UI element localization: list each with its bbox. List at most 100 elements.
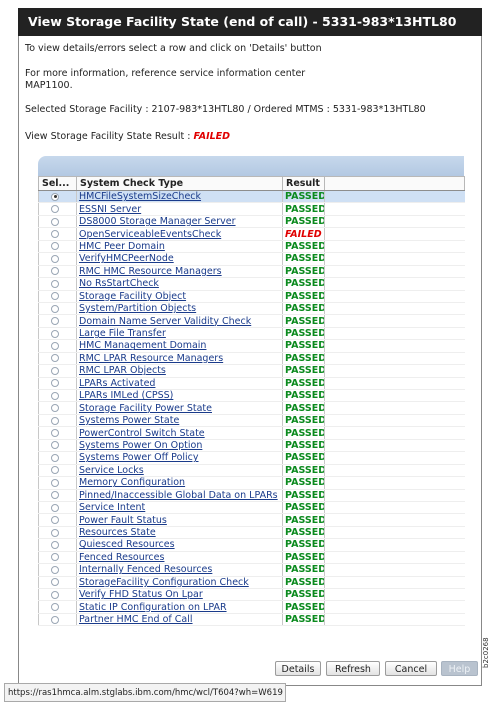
row-radio-button[interactable] xyxy=(51,466,59,475)
check-type-link[interactable]: Storage Facility Power State xyxy=(79,403,212,414)
refresh-button[interactable]: Refresh xyxy=(326,661,380,676)
row-radio-button[interactable] xyxy=(51,615,59,624)
table-row[interactable]: No RsStartCheck PASSED xyxy=(38,277,465,291)
row-radio-button[interactable] xyxy=(51,317,59,326)
check-type-link[interactable]: RMC HMC Resource Managers xyxy=(79,266,222,277)
row-radio-button[interactable] xyxy=(51,590,59,599)
row-radio-button[interactable] xyxy=(51,379,59,388)
check-type-link[interactable]: RMC LPAR Objects xyxy=(79,365,166,376)
row-radio-button[interactable] xyxy=(51,491,59,500)
table-row[interactable]: Partner HMC End of Call PASSED xyxy=(38,613,465,627)
row-radio-button[interactable] xyxy=(51,292,59,301)
row-radio-button[interactable] xyxy=(51,267,59,276)
help-button[interactable]: Help xyxy=(441,661,478,676)
check-type-link[interactable]: Resources State xyxy=(79,527,156,538)
check-type-link[interactable]: Service Locks xyxy=(79,465,144,476)
check-type-link[interactable]: System/Partition Objects xyxy=(79,303,196,314)
row-radio-button[interactable] xyxy=(51,453,59,462)
row-radio-button[interactable] xyxy=(51,354,59,363)
row-radio-button[interactable] xyxy=(51,565,59,574)
table-row[interactable]: Power Fault Status PASSED xyxy=(38,513,465,527)
check-type-link[interactable]: Quiesced Resources xyxy=(79,539,175,550)
check-type-link[interactable]: No RsStartCheck xyxy=(79,278,159,289)
table-row[interactable]: Storage Facility Object PASSED xyxy=(38,290,465,303)
row-radio-button[interactable] xyxy=(51,230,59,239)
check-type-link[interactable]: PowerControl Switch State xyxy=(79,428,205,439)
table-row[interactable]: Verify FHD Status On Lpar PASSED xyxy=(38,588,465,602)
table-row[interactable]: LPARs Activated PASSED xyxy=(38,377,465,391)
check-type-link[interactable]: LPARs IMLed (CPSS) xyxy=(79,390,173,401)
table-row[interactable]: Storage Facility Power State PASSED xyxy=(38,401,465,415)
column-header-check-type[interactable]: System Check Type xyxy=(76,176,283,191)
row-radio-button[interactable] xyxy=(51,404,59,413)
table-row[interactable]: Memory Configuration PASSED xyxy=(38,476,465,490)
check-type-link[interactable]: HMCFileSystemSizeCheck xyxy=(79,191,201,202)
table-row[interactable]: Domain Name Server Validity Check PASSED xyxy=(38,314,465,328)
check-type-link[interactable]: Service Intent xyxy=(79,502,145,513)
table-row[interactable]: Systems Power Off Policy PASSED xyxy=(38,451,465,465)
table-row[interactable]: Systems Power On Option PASSED xyxy=(38,439,465,453)
table-row[interactable]: HMCFileSystemSizeCheck PASSED xyxy=(38,190,465,204)
row-radio-button[interactable] xyxy=(51,217,59,226)
row-radio-button[interactable] xyxy=(51,478,59,487)
row-radio-button[interactable] xyxy=(51,528,59,537)
table-row[interactable]: DS8000 Storage Manager Server PASSED xyxy=(38,215,465,229)
table-row[interactable]: Service Intent PASSED xyxy=(38,501,465,515)
check-type-link[interactable]: Power Fault Status xyxy=(79,515,167,526)
check-type-link[interactable]: Storage Facility Object xyxy=(79,291,186,302)
row-radio-button[interactable] xyxy=(51,416,59,425)
check-type-link[interactable]: Systems Power On Option xyxy=(79,440,202,451)
table-row[interactable]: Resources State PASSED xyxy=(38,526,465,540)
table-row[interactable]: VerifyHMCPeerNode PASSED xyxy=(38,252,465,266)
table-row[interactable]: OpenServiceableEventsCheck FAILED xyxy=(38,227,465,241)
table-row[interactable]: HMC Peer Domain PASSED xyxy=(38,240,465,254)
row-radio-button[interactable] xyxy=(51,503,59,512)
check-type-link[interactable]: Domain Name Server Validity Check xyxy=(79,316,251,327)
column-header-result[interactable]: Result xyxy=(282,176,325,191)
check-type-link[interactable]: Systems Power Off Policy xyxy=(79,452,199,463)
table-row[interactable]: System/Partition Objects PASSED xyxy=(38,302,465,316)
row-radio-button[interactable] xyxy=(51,366,59,375)
details-button[interactable]: Details xyxy=(275,661,321,676)
row-radio-button[interactable] xyxy=(51,391,59,400)
table-row[interactable]: Pinned/Inaccessible Global Data on LPARs… xyxy=(38,489,465,502)
row-radio-button[interactable] xyxy=(51,329,59,338)
check-type-link[interactable]: OpenServiceableEventsCheck xyxy=(79,229,221,240)
table-row[interactable]: Fenced Resources PASSED xyxy=(38,551,465,565)
row-radio-button[interactable] xyxy=(51,341,59,350)
check-type-link[interactable]: ESSNI Server xyxy=(79,204,141,215)
table-row[interactable]: RMC HMC Resource Managers PASSED xyxy=(38,265,465,279)
check-type-link[interactable]: Internally Fenced Resources xyxy=(79,564,212,575)
table-row[interactable]: Quiesced Resources PASSED xyxy=(38,538,465,552)
table-row[interactable]: Static IP Configuration on LPAR PASSED xyxy=(38,600,465,614)
check-type-link[interactable]: Verify FHD Status On Lpar xyxy=(79,589,203,600)
table-row[interactable]: Service Locks PASSED xyxy=(38,464,465,478)
table-row[interactable]: RMC LPAR Resource Managers PASSED xyxy=(38,352,465,366)
row-radio-button[interactable] xyxy=(51,578,59,587)
table-row[interactable]: RMC LPAR Objects PASSED xyxy=(38,364,465,378)
row-radio-button[interactable] xyxy=(51,304,59,313)
table-row[interactable]: HMC Management Domain PASSED xyxy=(38,339,465,353)
row-radio-button[interactable] xyxy=(51,429,59,438)
table-row[interactable]: PowerControl Switch State PASSED xyxy=(38,426,465,440)
table-row[interactable]: LPARs IMLed (CPSS) PASSED xyxy=(38,389,465,403)
check-type-link[interactable]: DS8000 Storage Manager Server xyxy=(79,216,236,227)
row-radio-button[interactable] xyxy=(51,441,59,450)
check-type-link[interactable]: Large File Transfer xyxy=(79,328,166,339)
check-type-link[interactable]: VerifyHMCPeerNode xyxy=(79,253,174,264)
check-type-link[interactable]: Pinned/Inaccessible Global Data on LPARs xyxy=(79,490,278,501)
check-type-link[interactable]: Partner HMC End of Call xyxy=(79,614,193,625)
check-type-link[interactable]: Systems Power State xyxy=(79,415,179,426)
cancel-button[interactable]: Cancel xyxy=(385,661,437,676)
check-type-link[interactable]: Static IP Configuration on LPAR xyxy=(79,602,227,613)
check-type-link[interactable]: StorageFacility Configuration Check xyxy=(79,577,249,588)
table-row[interactable]: ESSNI Server PASSED xyxy=(38,202,465,216)
row-radio-button[interactable] xyxy=(51,540,59,549)
row-radio-button[interactable] xyxy=(51,242,59,251)
row-radio-button[interactable] xyxy=(51,553,59,562)
check-type-link[interactable]: RMC LPAR Resource Managers xyxy=(79,353,223,364)
row-radio-button[interactable] xyxy=(51,192,59,201)
column-header-select[interactable]: Sel... xyxy=(38,176,77,191)
row-radio-button[interactable] xyxy=(51,603,59,612)
check-type-link[interactable]: LPARs Activated xyxy=(79,378,155,389)
